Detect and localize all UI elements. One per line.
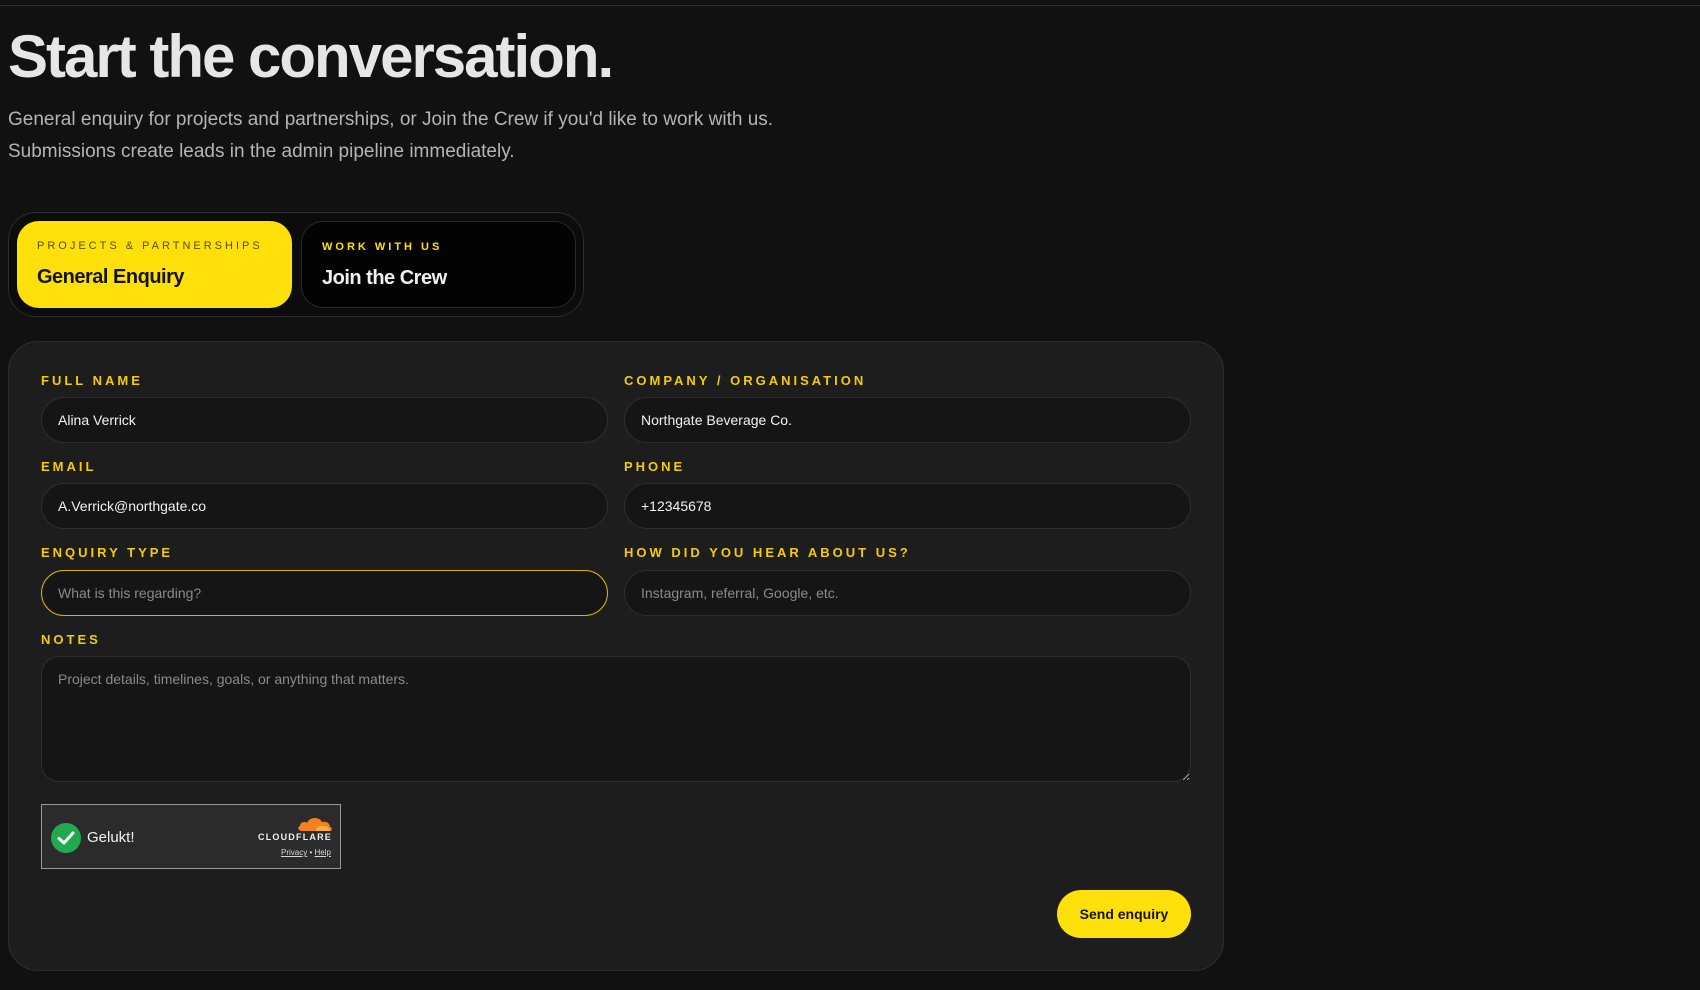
cloudflare-cloud-icon xyxy=(298,817,332,831)
turnstile-links: Privacy • Help xyxy=(281,848,331,857)
link-separator: • xyxy=(309,848,313,857)
turnstile-status: Gelukt! xyxy=(87,829,135,846)
notes-textarea[interactable] xyxy=(41,656,1191,782)
enquiry-type-tabs: PROJECTS & PARTNERSHIPS General Enquiry … xyxy=(8,212,584,317)
cloudflare-turnstile[interactable]: Gelukt! CLOUDFLARE Privacy • Help xyxy=(41,804,341,869)
email-label: EMAIL xyxy=(41,459,97,474)
tab-kicker: PROJECTS & PARTNERSHIPS xyxy=(37,240,263,252)
tab-label: Join the Crew xyxy=(322,267,447,289)
phone-label: PHONE xyxy=(624,459,686,474)
top-divider xyxy=(0,5,1700,6)
notes-label: NOTES xyxy=(41,632,101,647)
full-name-label: FULL NAME xyxy=(41,373,143,388)
company-input[interactable] xyxy=(624,397,1191,443)
tab-kicker: WORK WITH US xyxy=(322,241,443,253)
full-name-input[interactable] xyxy=(41,397,608,443)
tab-general-enquiry[interactable]: PROJECTS & PARTNERSHIPS General Enquiry xyxy=(17,221,292,308)
company-label: COMPANY / ORGANISATION xyxy=(624,373,867,388)
cloudflare-logo-text: CLOUDFLARE xyxy=(258,832,332,842)
referral-input[interactable] xyxy=(624,570,1191,616)
referral-label: HOW DID YOU HEAR ABOUT US? xyxy=(624,545,911,560)
tab-label: General Enquiry xyxy=(37,266,185,288)
enquiry-type-label: ENQUIRY TYPE xyxy=(41,545,174,560)
enquiry-type-input[interactable] xyxy=(41,570,608,616)
success-check-icon xyxy=(51,823,81,853)
privacy-link[interactable]: Privacy xyxy=(281,848,307,857)
page-subtitle: General enquiry for projects and partner… xyxy=(8,104,908,168)
enquiry-form: FULL NAME COMPANY / ORGANISATION EMAIL P… xyxy=(8,341,1224,971)
subtitle-line-2: Submissions create leads in the admin pi… xyxy=(8,141,515,162)
tab-join-the-crew[interactable]: WORK WITH US Join the Crew xyxy=(301,221,576,308)
phone-input[interactable] xyxy=(624,483,1191,529)
help-link[interactable]: Help xyxy=(315,848,331,857)
email-input[interactable] xyxy=(41,483,608,529)
page-title: Start the conversation. xyxy=(8,23,614,90)
subtitle-line-1: General enquiry for projects and partner… xyxy=(8,109,774,130)
send-enquiry-button[interactable]: Send enquiry xyxy=(1057,890,1191,938)
